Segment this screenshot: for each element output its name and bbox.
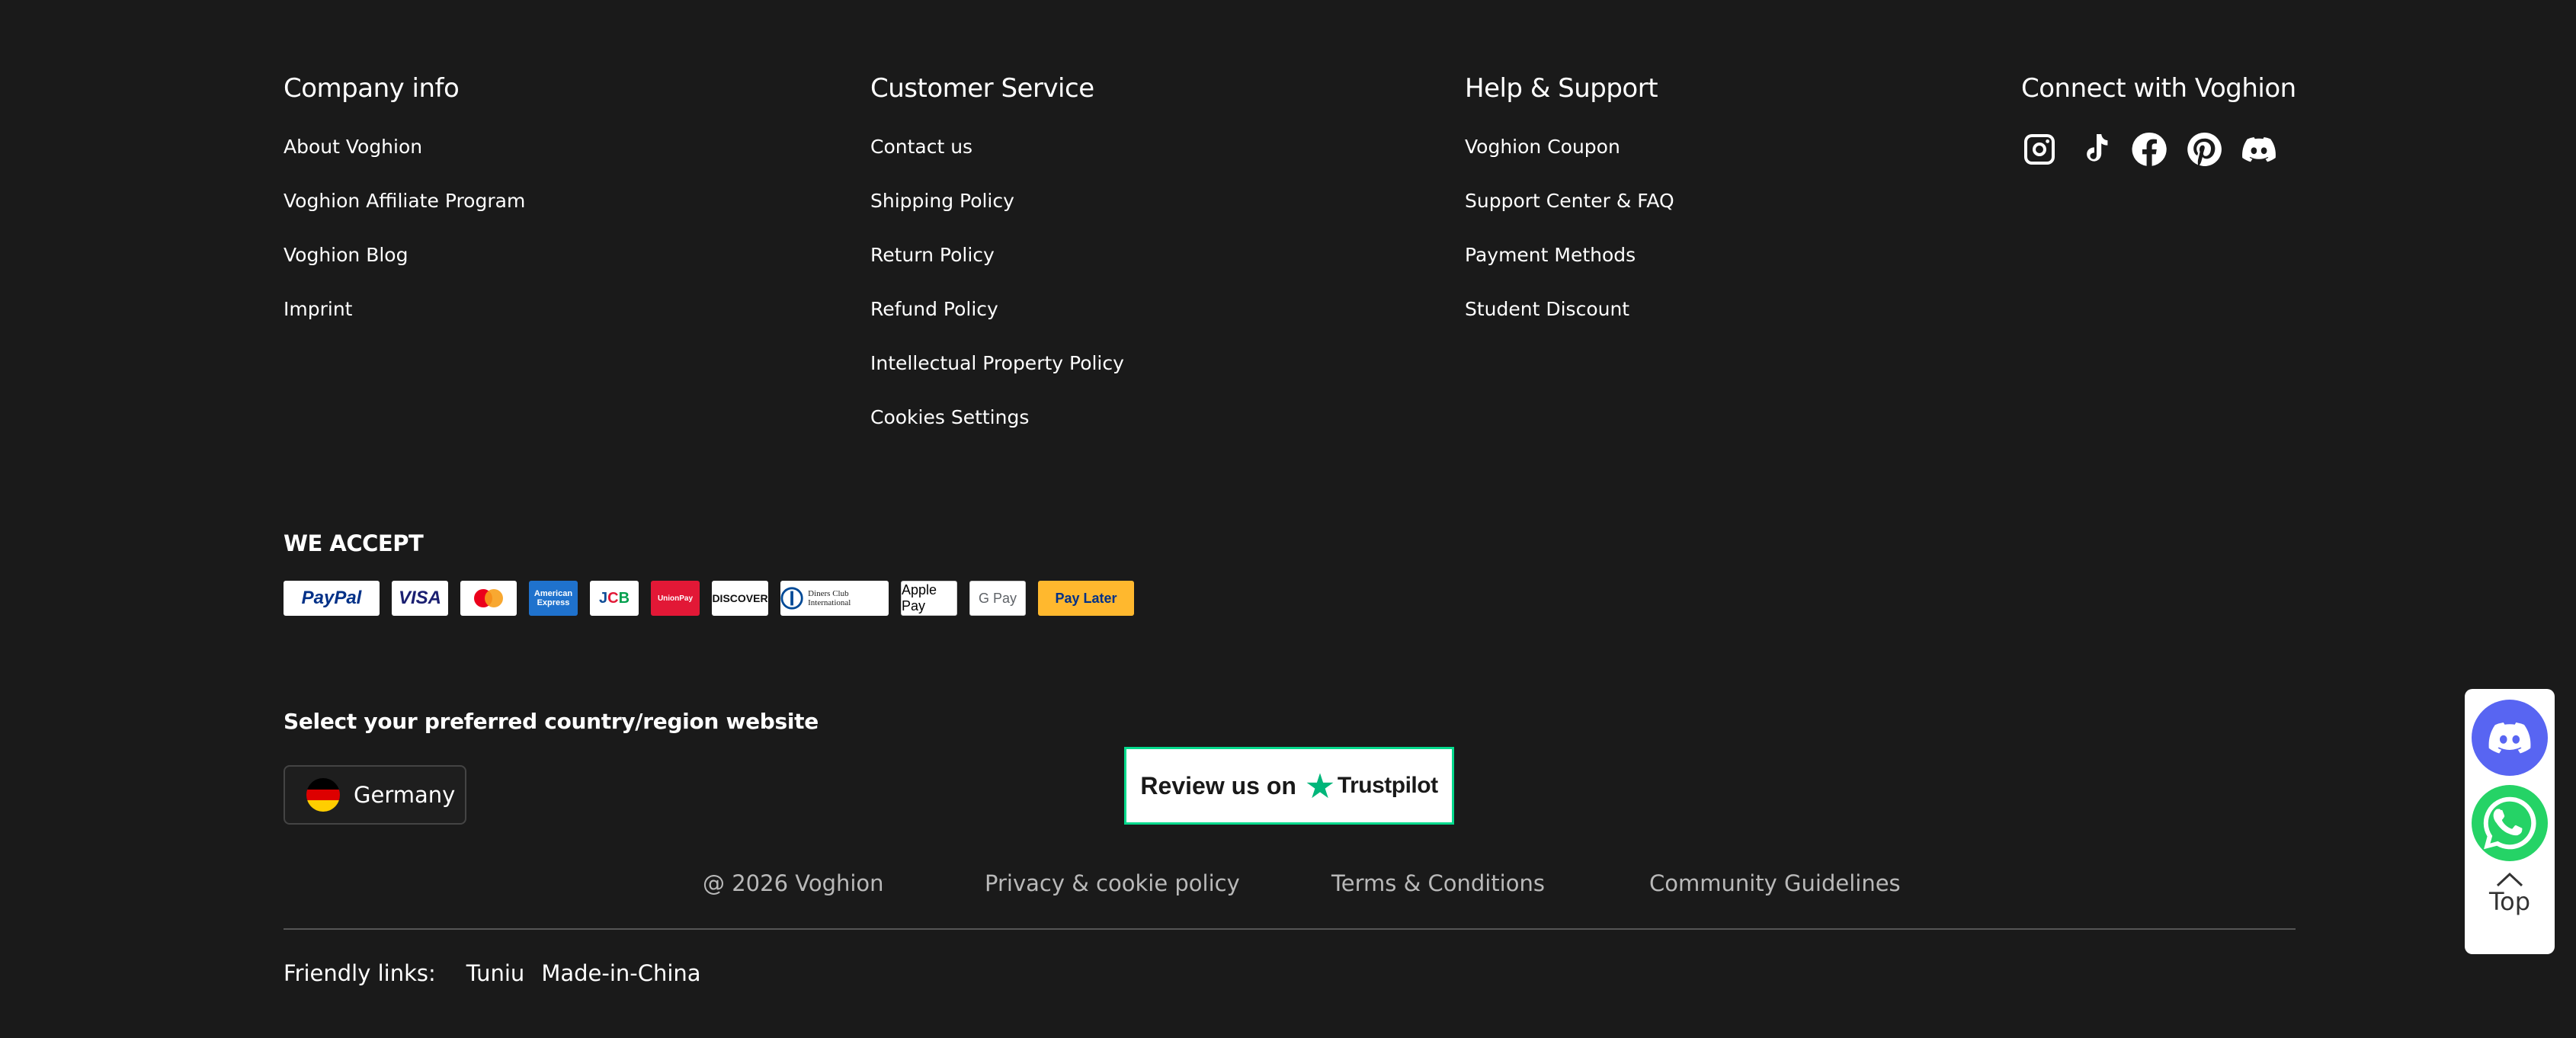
trustpilot-logo: Trustpilot — [1306, 771, 1438, 800]
company-info-column: Company info About Voghion Voghion Affil… — [284, 70, 525, 351]
connect-heading: Connect with Voghion — [2021, 73, 2296, 104]
payment-cards: PayPal VISA American Express JCB UnionPa… — [284, 581, 1134, 616]
shipping-policy-link[interactable]: Shipping Policy — [870, 188, 1124, 214]
we-accept-heading: WE ACCEPT — [284, 530, 424, 556]
cookies-settings-link[interactable]: Cookies Settings — [870, 405, 1124, 431]
student-discount-link[interactable]: Student Discount — [1465, 296, 1674, 322]
customer-service-column: Customer Service Contact us Shipping Pol… — [870, 70, 1124, 459]
pinterest-icon[interactable] — [2186, 131, 2222, 168]
friendly-link-made-in-china[interactable]: Made-in-China — [541, 960, 700, 986]
google-pay-card-icon: G Pay — [969, 581, 1026, 616]
friendly-links-label: Friendly links: — [284, 960, 436, 986]
discord-icon[interactable] — [2241, 131, 2277, 168]
discover-card-icon: DISCOVER — [712, 581, 768, 616]
connect-column: Connect with Voghion — [2021, 70, 2296, 168]
support-center-link[interactable]: Support Center & FAQ — [1465, 188, 1674, 214]
facebook-icon[interactable] — [2131, 131, 2167, 168]
visa-card-icon: VISA — [392, 581, 448, 616]
footer-divider — [284, 928, 2296, 930]
trustpilot-star-icon — [1306, 773, 1334, 799]
discord-float-button[interactable] — [2472, 700, 2548, 776]
voghion-coupon-link[interactable]: Voghion Coupon — [1465, 134, 1674, 160]
paypal-card-icon: PayPal — [284, 581, 380, 616]
whatsapp-float-button[interactable] — [2472, 785, 2548, 861]
privacy-cookie-policy-link[interactable]: Privacy & cookie policy — [985, 870, 1240, 896]
discord-icon — [2488, 722, 2531, 754]
instagram-icon[interactable] — [2021, 131, 2058, 168]
region-selected-label: Germany — [354, 782, 456, 808]
affiliate-program-link[interactable]: Voghion Affiliate Program — [284, 188, 525, 214]
floating-action-bar: Top — [2465, 689, 2555, 954]
help-support-column: Help & Support Voghion Coupon Support Ce… — [1465, 70, 1674, 351]
jcb-card-icon: JCB — [590, 581, 639, 616]
company-info-heading: Company info — [284, 73, 460, 104]
apple-pay-card-icon: Apple Pay — [901, 581, 957, 616]
chevron-up-icon — [2496, 872, 2523, 887]
terms-conditions-link[interactable]: Terms & Conditions — [1331, 870, 1545, 896]
amex-card-icon: American Express — [529, 581, 578, 616]
about-voghion-link[interactable]: About Voghion — [284, 134, 525, 160]
payment-methods-link[interactable]: Payment Methods — [1465, 242, 1674, 268]
region-select-button[interactable]: Germany — [284, 765, 466, 825]
voghion-blog-link[interactable]: Voghion Blog — [284, 242, 525, 268]
social-links — [2021, 131, 2296, 168]
contact-us-link[interactable]: Contact us — [870, 134, 1124, 160]
imprint-link[interactable]: Imprint — [284, 296, 525, 322]
germany-flag-icon — [306, 778, 340, 812]
mastercard-card-icon — [460, 581, 517, 616]
back-to-top-button[interactable]: Top — [2489, 870, 2530, 916]
diners-club-card-icon: Diners Club International — [780, 581, 889, 616]
copyright-text: @ 2026 Voghion — [703, 870, 884, 896]
ip-policy-link[interactable]: Intellectual Property Policy — [870, 351, 1124, 376]
pay-later-card-icon: Pay Later — [1038, 581, 1134, 616]
refund-policy-link[interactable]: Refund Policy — [870, 296, 1124, 322]
community-guidelines-link[interactable]: Community Guidelines — [1649, 870, 1901, 896]
region-selector-heading: Select your preferred country/region web… — [284, 709, 819, 734]
trustpilot-review-button[interactable]: Review us on Trustpilot — [1124, 747, 1454, 825]
back-to-top-label: Top — [2489, 887, 2530, 916]
friendly-links: Friendly links: Tuniu Made-in-China — [284, 960, 701, 986]
tiktok-icon[interactable] — [2076, 131, 2113, 168]
whatsapp-icon — [2483, 796, 2536, 850]
help-support-heading: Help & Support — [1465, 73, 1658, 104]
customer-service-heading: Customer Service — [870, 73, 1094, 104]
return-policy-link[interactable]: Return Policy — [870, 242, 1124, 268]
trustpilot-review-label: Review us on — [1140, 771, 1296, 799]
friendly-link-tuniu[interactable]: Tuniu — [466, 960, 525, 986]
unionpay-card-icon: UnionPay — [651, 581, 700, 616]
